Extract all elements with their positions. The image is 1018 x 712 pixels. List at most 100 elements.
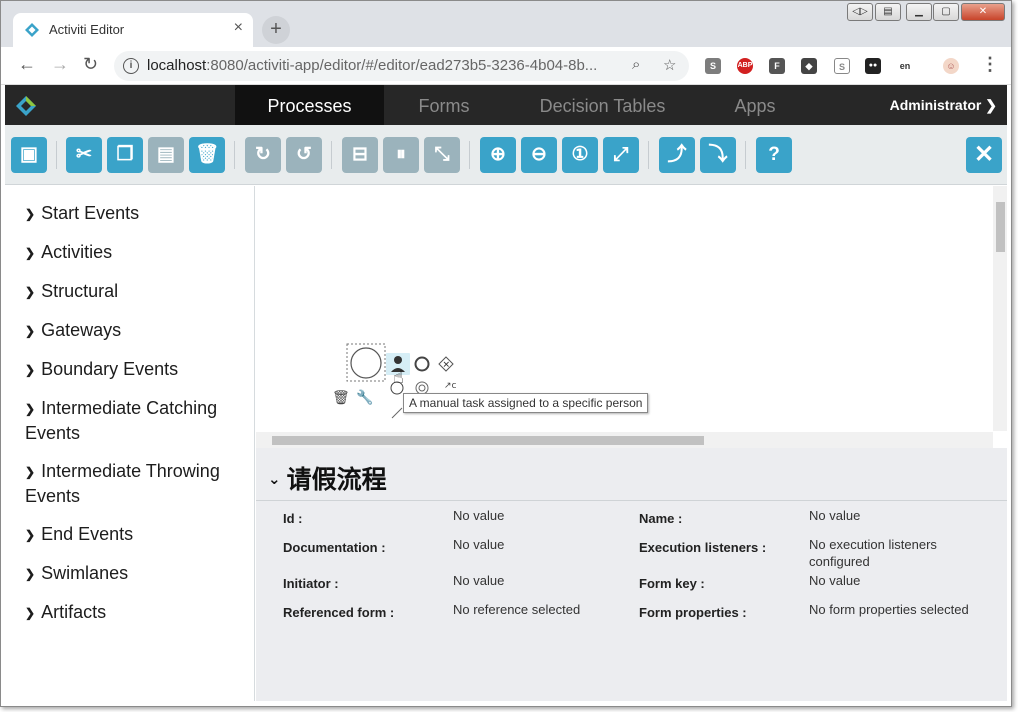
zoom-out-button[interactable]: ⊖ (521, 137, 557, 173)
align-horizontal-icon: ⊟ (352, 144, 368, 165)
save-icon: ▣ (20, 144, 38, 165)
copy-icon: ❐ (116, 144, 134, 165)
zoom-icon[interactable]: ⌕ (632, 56, 640, 73)
shortcut-gateway-icon[interactable]: ✕ (438, 356, 454, 372)
same-size-button[interactable]: ⤡ (424, 137, 460, 173)
close-icon: ✕ (973, 141, 995, 168)
start-event[interactable] (346, 343, 386, 382)
help-button[interactable]: ? (756, 137, 792, 173)
bookmark-star-icon[interactable]: ☆ (663, 56, 676, 74)
window-resize-icon[interactable]: ◁▷ (847, 3, 873, 21)
zoom-fit-button[interactable]: ⤢ (603, 137, 639, 173)
palette-item-intermediate-throwing-events[interactable]: ❯ Intermediate Throwing Events (25, 459, 240, 508)
close-editor-button[interactable]: ✕ (966, 137, 1002, 173)
vertical-scroll-thumb[interactable] (996, 202, 1005, 252)
tab-apps[interactable]: Apps (705, 85, 805, 125)
connector-line (391, 407, 403, 419)
window-close-icon[interactable]: ✕ (961, 3, 1005, 21)
palette-item-activities[interactable]: ❯ Activities (25, 240, 240, 265)
redo-button[interactable]: ↻ (245, 137, 281, 173)
profile-avatar-icon[interactable]: ☺ (943, 58, 959, 74)
diamond-extension-icon[interactable]: ◆ (801, 58, 817, 74)
palette-item-boundary-events[interactable]: ❯ Boundary Events (25, 357, 240, 382)
browser-menu-icon[interactable]: ⋮ (981, 54, 999, 75)
diagram-canvas[interactable]: ✕ ↗c 🗑 🔧 ☝ A manual task assigned to a s… (256, 186, 1007, 448)
prop-label-initiator: Initiator : (283, 576, 339, 591)
palette-item-swimlanes[interactable]: ❯ Swimlanes (25, 561, 240, 586)
save-button[interactable]: ▣ (11, 137, 47, 173)
chevron-down-icon: ❯ (985, 97, 997, 113)
paste-button[interactable]: ▤ (148, 137, 184, 173)
adblock-icon[interactable]: ABP (737, 58, 753, 74)
tab-decision-tables[interactable]: Decision Tables (525, 85, 680, 125)
prop-value-id[interactable]: No value (453, 507, 613, 524)
same-size-icon: ⤡ (434, 144, 450, 165)
tab-close-icon[interactable]: × (234, 19, 243, 37)
tab-processes[interactable]: Processes (235, 85, 384, 131)
toolbar-separator (745, 141, 746, 169)
window-minimize-icon[interactable]: ▁ (906, 3, 932, 21)
prop-value-documentation[interactable]: No value (453, 536, 613, 553)
app-header: Processes Forms Decision Tables Apps Adm… (5, 85, 1007, 131)
toolbar-separator (234, 141, 235, 169)
activiti-logo-icon[interactable] (15, 95, 37, 117)
glasses-extension-icon[interactable]: ●● (865, 58, 881, 74)
prop-label-name: Name : (639, 511, 683, 526)
undo-button[interactable]: ↺ (286, 137, 322, 173)
f-extension-icon[interactable]: F (769, 58, 785, 74)
delete-button[interactable]: 🗑 (189, 137, 225, 173)
copy-button[interactable]: ❐ (107, 137, 143, 173)
prop-value-referenced-form[interactable]: No reference selected (453, 601, 613, 618)
remove-bendpoint-button[interactable]: ⤵ (700, 137, 736, 173)
palette-item-start-events[interactable]: ❯ Start Events (25, 201, 240, 226)
align-horizontal-button[interactable]: ⊟ (342, 137, 378, 173)
reload-icon[interactable]: ↻ (83, 54, 98, 75)
horizontal-scrollbar[interactable] (256, 432, 993, 448)
palette-item-end-events[interactable]: ❯ End Events (25, 522, 240, 547)
palette-item-gateways[interactable]: ❯ Gateways (25, 318, 240, 343)
browser-tab[interactable]: Activiti Editor × (13, 13, 253, 47)
palette-item-artifacts[interactable]: ❯ Artifacts (25, 600, 240, 625)
forward-icon[interactable]: → (51, 54, 69, 75)
cut-button[interactable]: ✂ (66, 137, 102, 173)
new-tab-button[interactable]: + (262, 16, 290, 44)
s-extension-icon[interactable]: S (705, 58, 721, 74)
horizontal-scroll-thumb[interactable] (272, 436, 704, 445)
vertical-scrollbar[interactable] (993, 186, 1007, 431)
prop-value-execution-listeners[interactable]: No execution listeners configured (809, 536, 969, 570)
help-icon: ? (768, 144, 780, 165)
shape-morph-wrench-icon[interactable]: 🔧 (356, 388, 373, 406)
translate-extension-icon[interactable]: en (897, 58, 913, 74)
paste-icon: ▤ (157, 144, 175, 165)
prop-value-form-properties[interactable]: No form properties selected (809, 601, 969, 618)
shape-delete-icon[interactable]: 🗑 (332, 390, 350, 406)
site-info-icon[interactable]: i (123, 58, 139, 74)
remove-bendpoint-icon: ⤵ (708, 144, 728, 165)
prop-value-form-key[interactable]: No value (809, 572, 969, 589)
align-vertical-button[interactable]: ⏸ (383, 137, 419, 173)
browser-window: Activiti Editor × + ◁▷ ▤ ▁ ▢ ✕ ← → ↻ i l… (0, 0, 1012, 707)
zoom-actual-button[interactable]: ① (562, 137, 598, 173)
tab-forms[interactable]: Forms (384, 85, 504, 125)
add-bendpoint-button[interactable]: ⤴ (659, 137, 695, 173)
shape-palette: ❯ Start Events ❯ Activities ❯ Structural ❯ G… (5, 186, 255, 701)
window-maximize-icon[interactable]: ▢ (933, 3, 959, 21)
prop-value-name[interactable]: No value (809, 507, 969, 524)
shortcut-end-event-icon[interactable] (414, 356, 430, 372)
user-menu[interactable]: Administrator ❯ (890, 97, 997, 114)
shield-extension-icon[interactable]: S (834, 58, 850, 74)
zoom-out-icon: ⊖ (531, 144, 547, 165)
zoom-in-button[interactable]: ⊕ (480, 137, 516, 173)
shortcut-connector-icon[interactable]: ↗c (444, 381, 457, 391)
prop-value-initiator[interactable]: No value (453, 572, 613, 589)
trash-icon: 🗑 (194, 144, 220, 165)
activiti-favicon-icon (25, 23, 39, 37)
prop-label-documentation: Documentation : (283, 540, 386, 555)
window-copy-icon[interactable]: ▤ (875, 3, 901, 21)
palette-item-intermediate-catching-events[interactable]: ❯ Intermediate Catching Events (25, 396, 240, 445)
address-bar[interactable]: i localhost:8080/activiti-app/editor/#/e… (114, 51, 689, 81)
back-icon[interactable]: ← (18, 54, 36, 75)
palette-item-structural[interactable]: ❯ Structural (25, 279, 240, 304)
process-title[interactable]: ⌄ 请假流程 (268, 460, 387, 496)
chevron-down-icon[interactable]: ⌄ (268, 470, 281, 488)
